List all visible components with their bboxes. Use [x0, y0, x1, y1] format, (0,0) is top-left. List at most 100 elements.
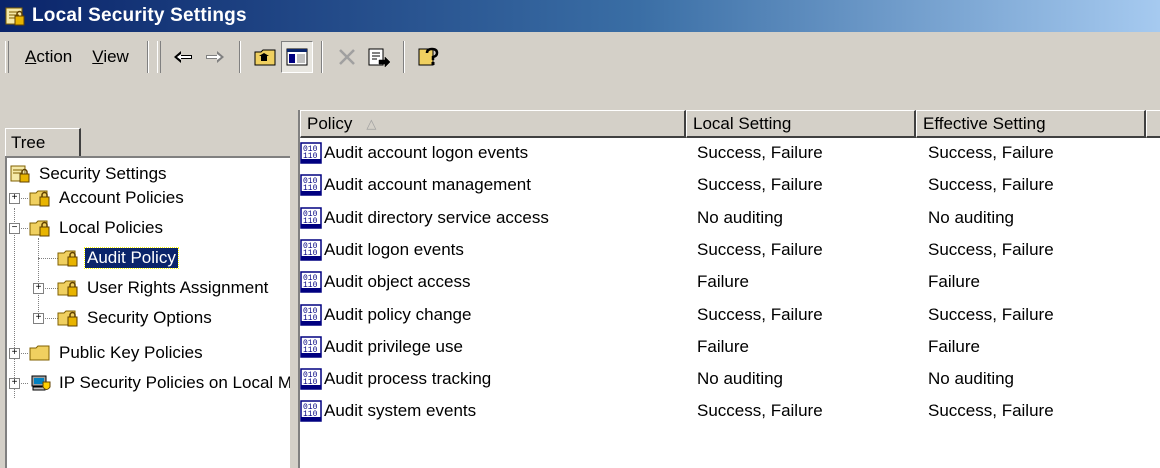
up-folder-icon — [254, 49, 276, 66]
policy-name: Audit directory service access — [324, 207, 549, 227]
audit-policy-icon: 010110 — [300, 142, 322, 164]
details-list[interactable]: Policy △ Local Setting Effective Setting… — [298, 110, 1160, 468]
tree-connector — [38, 238, 39, 318]
local-setting-cell: Success, Failure — [697, 239, 823, 259]
menu-grip[interactable] — [5, 41, 9, 73]
menu-action-label: ction — [36, 47, 73, 66]
table-row[interactable]: 010 110 Audit object access Failure Failure — [300, 269, 1160, 295]
tree-view[interactable]: Security Settings + Account Policies − L… — [5, 156, 342, 468]
local-setting-cell: No auditing — [697, 369, 784, 389]
column-header-label: Effective Setting — [923, 113, 1046, 133]
toolbar-separator — [238, 41, 241, 73]
local-setting-cell: Failure — [697, 336, 749, 356]
tree-node-label: Security Settings — [39, 164, 167, 183]
tree-node-local-policies[interactable]: Local Policies — [29, 215, 165, 241]
policy-name: Audit logon events — [324, 239, 464, 259]
tree-node-public-key-policies[interactable]: Public Key Policies — [29, 340, 205, 366]
title-bar[interactable]: Local Security Settings — [0, 0, 1160, 32]
tab-tree[interactable]: Tree — [5, 128, 81, 158]
table-row[interactable]: 010 110 Audit privilege use Failure Failure — [300, 334, 1160, 360]
audit-policy-icon: 010110 — [300, 239, 322, 261]
locked-folder-icon — [57, 250, 78, 267]
column-header-effective-setting[interactable]: Effective Setting — [916, 110, 1146, 138]
tree-connector — [14, 208, 15, 398]
security-settings-icon — [5, 7, 25, 26]
tree-node-account-policies[interactable]: Account Policies — [29, 185, 186, 211]
policy-name: Audit system events — [324, 401, 477, 421]
table-row[interactable]: 010 110 Audit policy change Success, Failur… — [300, 302, 1160, 328]
show-hide-tree-button[interactable] — [280, 41, 313, 73]
policy-cell: 010 110 Audit account management — [300, 174, 531, 197]
menu-view[interactable]: View — [82, 47, 139, 67]
toolbar-grip[interactable] — [156, 41, 161, 73]
export-list-button[interactable] — [363, 41, 395, 73]
delete-button[interactable] — [331, 41, 363, 73]
local-setting-cell: Failure — [697, 272, 749, 292]
table-row[interactable]: 010 110 Audit account logon events Success,… — [300, 140, 1160, 166]
expand-plus-icon[interactable]: + — [9, 348, 20, 359]
policy-name: Audit privilege use — [324, 336, 463, 356]
audit-policy-icon: 010110 — [300, 368, 322, 390]
folder-icon — [29, 345, 50, 361]
tree-node-security-options[interactable]: Security Options — [57, 305, 214, 331]
column-header-local-setting[interactable]: Local Setting — [686, 110, 916, 138]
expand-plus-icon[interactable]: + — [9, 193, 20, 204]
effective-setting-cell: No auditing — [928, 207, 1015, 227]
column-header-policy[interactable]: Policy △ — [300, 110, 686, 138]
tree-node-label: Local Policies — [59, 218, 163, 237]
collapse-minus-icon[interactable]: − — [9, 223, 20, 234]
table-row[interactable]: 010 110 Audit system events Success, Failur… — [300, 398, 1160, 424]
column-header-label: Policy — [307, 113, 353, 133]
local-setting-cell: Success, Failure — [697, 401, 823, 421]
policy-cell: 010 110 Audit object access — [300, 271, 470, 293]
tree-connector — [38, 258, 58, 259]
audit-policy-icon: 010110 — [300, 206, 322, 229]
local-setting-cell: Success, Failure — [697, 304, 823, 324]
table-row[interactable]: 010 110 Audit process tracking No auditing N… — [300, 366, 1160, 392]
menu-view-label: iew — [103, 47, 129, 66]
tree-node-label: Public Key Policies — [59, 343, 203, 362]
toolbar-separator — [146, 41, 149, 73]
column-header-filler — [1146, 110, 1160, 138]
policy-name: Audit account management — [324, 175, 531, 195]
tree-node-user-rights-assignment[interactable]: User Rights Assignment — [57, 275, 270, 301]
expand-plus-icon[interactable]: + — [33, 313, 44, 324]
audit-policy-icon: 010110 — [300, 174, 322, 197]
menu-action[interactable]: Action — [15, 47, 82, 67]
tree-node-security-settings[interactable]: Security Settings — [9, 161, 169, 187]
tree-node-label: Security Options — [87, 308, 212, 327]
expand-plus-icon[interactable]: + — [33, 283, 44, 294]
pane-splitter[interactable] — [290, 110, 298, 468]
delete-icon — [338, 49, 355, 65]
back-button[interactable] — [167, 41, 199, 73]
locked-folder-icon — [57, 310, 78, 327]
expand-plus-icon[interactable]: + — [9, 378, 20, 389]
policy-name: Audit process tracking — [324, 369, 492, 389]
local-setting-cell: Success, Failure — [697, 143, 823, 162]
security-settings-icon — [10, 165, 30, 183]
export-list-icon — [368, 48, 391, 67]
column-header-label: Local Setting — [693, 113, 792, 133]
audit-policy-icon: 010110 — [300, 271, 322, 293]
locked-folder-icon — [29, 190, 50, 207]
policy-cell: 010 110 Audit policy change — [300, 303, 472, 326]
tab-tree-label: Tree — [11, 133, 46, 152]
forward-button[interactable] — [199, 41, 231, 73]
effective-setting-cell: Success, Failure — [928, 143, 1054, 162]
table-row[interactable]: 010 110 Audit account management Success, F… — [300, 172, 1160, 198]
policy-name: Audit policy change — [324, 304, 472, 324]
menu-action-accel: A — [25, 47, 37, 66]
effective-setting-cell: Failure — [928, 336, 980, 356]
audit-policy-icon: 010110 — [300, 400, 322, 423]
computer-shield-icon — [31, 375, 51, 391]
policy-cell: 010 110 Audit logon events — [300, 239, 464, 261]
help-button[interactable] — [413, 41, 445, 73]
audit-policy-icon: 010110 — [300, 303, 322, 326]
menu-view-accel: V — [92, 47, 104, 66]
locked-folder-icon — [57, 280, 78, 297]
up-one-level-button[interactable] — [249, 41, 281, 73]
table-row[interactable]: 010 110 Audit directory service access No a… — [300, 205, 1160, 231]
tree-node-audit-policy[interactable]: Audit Policy — [57, 245, 179, 271]
table-row[interactable]: 010 110 Audit logon events Success, Failure… — [300, 237, 1160, 263]
effective-setting-cell: Success, Failure — [928, 401, 1054, 421]
